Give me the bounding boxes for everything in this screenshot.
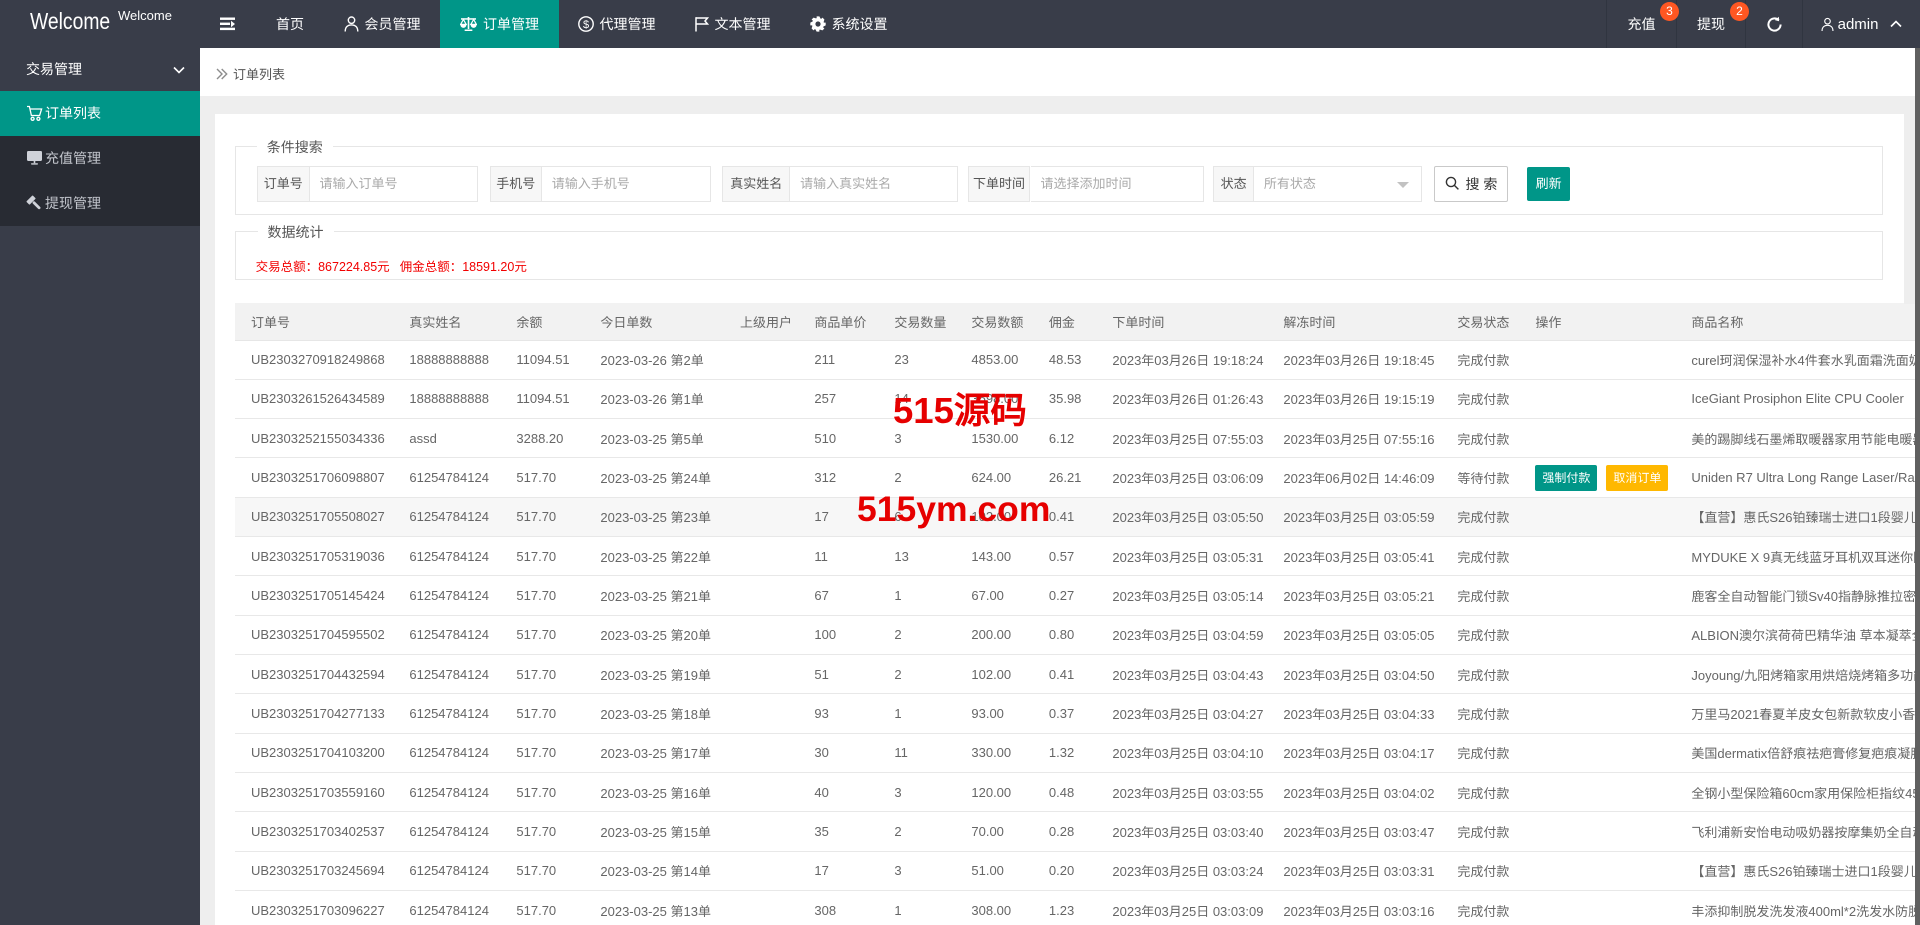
svg-text:$: $ [582,19,588,31]
